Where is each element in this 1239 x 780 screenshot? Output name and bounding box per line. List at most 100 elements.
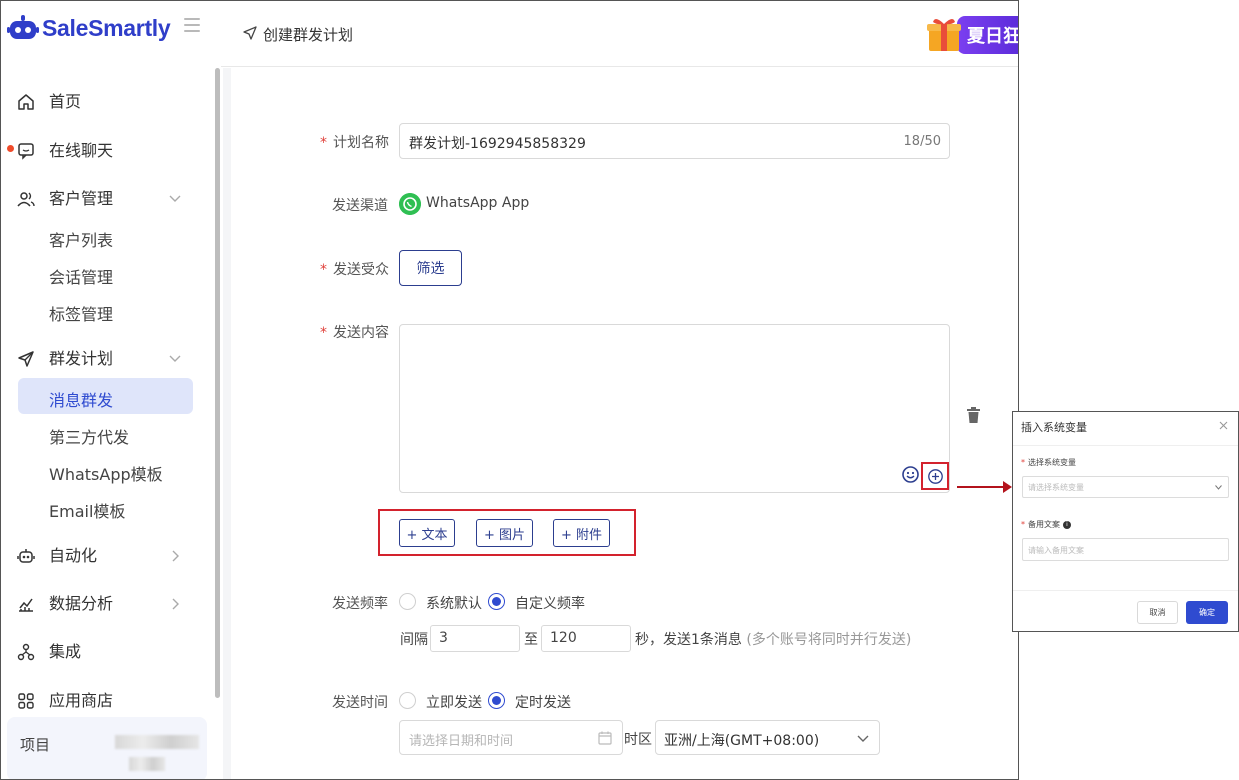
message-content-textarea[interactable] xyxy=(399,324,950,493)
sidebar-item-integrations[interactable]: 集成 xyxy=(1,632,213,672)
project-label: 项目 xyxy=(20,736,51,754)
fallback-label: * 备用文案 i xyxy=(1021,519,1071,530)
sidebar-item-automation[interactable]: 自动化 xyxy=(1,536,213,576)
sidebar-sub-third-party[interactable]: 第三方代发 xyxy=(18,415,193,451)
variable-select-label: * 选择系统变量 xyxy=(1021,458,1076,467)
menu-collapse-icon[interactable] xyxy=(184,18,200,32)
sidebar-sub-label: 会话管理 xyxy=(49,268,114,287)
sidebar-sub-label: 客户列表 xyxy=(49,231,114,250)
sidebar-item-label: 客户管理 xyxy=(49,189,114,208)
interval-to-label: 至 xyxy=(524,632,538,648)
send-now-label: 立即发送 xyxy=(426,695,482,711)
annotation-arrow-head xyxy=(1003,481,1012,493)
radio-custom-frequency[interactable] xyxy=(488,593,505,610)
chevron-right-icon xyxy=(172,598,179,610)
send-time-label: 发送时间 xyxy=(332,695,388,711)
redacted-project-id xyxy=(129,757,165,771)
chevron-down-icon xyxy=(1215,485,1222,490)
cancel-button[interactable]: 取消 xyxy=(1137,601,1178,624)
sidebar-sub-email-templates[interactable]: Email模板 xyxy=(18,489,193,525)
promo-text: 夏日狂 xyxy=(967,26,1019,47)
logo: SaleSmartly xyxy=(7,11,171,45)
datetime-placeholder: 请选择日期和时间 xyxy=(409,734,514,749)
radio-scheduled[interactable] xyxy=(488,692,505,709)
sidebar-item-label: 自动化 xyxy=(49,546,98,565)
channel-value: WhatsApp App xyxy=(426,195,530,211)
integration-icon xyxy=(17,643,35,661)
radio-send-now[interactable] xyxy=(399,692,416,709)
sidebar: SaleSmartly 首页 在线聊天 客户管理 客户列表 会话管理 标签管理 xyxy=(1,1,221,779)
confirm-button[interactable]: 确定 xyxy=(1186,601,1228,624)
sidebar-sub-message-broadcast[interactable]: 消息群发 xyxy=(18,378,193,414)
sidebar-sub-customer-list[interactable]: 客户列表 xyxy=(18,218,193,254)
sidebar-item-analytics[interactable]: 数据分析 xyxy=(1,584,213,624)
timezone-value: 亚洲/上海(GMT+08:00) xyxy=(664,733,820,749)
sidebar-item-home[interactable]: 首页 xyxy=(1,82,213,122)
insert-variable-button[interactable] xyxy=(921,462,949,490)
sidebar-sub-sessions[interactable]: 会话管理 xyxy=(18,255,193,291)
dialog-footer-divider xyxy=(1013,590,1238,591)
close-icon[interactable] xyxy=(1219,421,1228,430)
sidebar-item-customers[interactable]: 客户管理 xyxy=(1,179,213,219)
variable-select[interactable]: 请选择系统变量 xyxy=(1022,476,1229,498)
fallback-input[interactable]: 请输入备用文案 xyxy=(1022,538,1229,561)
sidebar-sub-label: WhatsApp模板 xyxy=(49,465,163,484)
sidebar-item-app-store[interactable]: 应用商店 xyxy=(1,681,213,721)
radio-default-frequency[interactable] xyxy=(399,593,416,610)
sidebar-item-chat[interactable]: 在线聊天 xyxy=(1,131,213,171)
send-icon xyxy=(18,351,34,367)
info-icon: i xyxy=(1063,520,1071,529)
sidebar-item-label: 集成 xyxy=(49,642,82,661)
filter-audience-button[interactable]: 筛选 xyxy=(399,250,462,286)
chevron-down-icon xyxy=(169,355,181,362)
interval-note: (多个账号将同时并行发送) xyxy=(746,632,912,648)
promo-banner[interactable]: 夏日狂 xyxy=(923,13,1019,55)
interval-min-input[interactable]: 3 xyxy=(430,625,520,652)
interval-label: 间隔 xyxy=(400,632,428,648)
default-frequency-label: 系统默认 xyxy=(426,596,482,612)
scheduled-label: 定时发送 xyxy=(515,695,571,711)
interval-max-value: 120 xyxy=(550,630,577,646)
frequency-label: 发送频率 xyxy=(332,596,388,612)
add-image-button[interactable]: + 图片 xyxy=(476,519,533,547)
timezone-select[interactable]: 亚洲/上海(GMT+08:00) xyxy=(655,720,880,755)
channel-label: 发送渠道 xyxy=(332,198,388,214)
project-switcher[interactable]: 项目 xyxy=(7,717,207,779)
plus-circle-icon xyxy=(928,469,943,484)
add-text-button[interactable]: + 文本 xyxy=(399,519,455,547)
audience-label: * 发送受众 xyxy=(320,262,389,278)
sidebar-sub-tags[interactable]: 标签管理 xyxy=(18,292,193,328)
chevron-down-icon xyxy=(857,735,869,742)
sidebar-sub-label: Email模板 xyxy=(49,502,126,521)
calendar-icon xyxy=(598,731,612,745)
sidebar-scrollbar[interactable] xyxy=(215,68,220,698)
sidebar-item-label: 应用商店 xyxy=(49,691,114,710)
home-icon xyxy=(18,94,34,110)
gift-icon xyxy=(927,18,961,51)
sidebar-item-broadcast[interactable]: 群发计划 xyxy=(1,339,213,379)
annotation-arrow-line xyxy=(957,486,1005,488)
interval-suffix: 秒，发送1条消息 (多个账号将同时并行发送) xyxy=(635,632,912,648)
sidebar-sub-whatsapp-templates[interactable]: WhatsApp模板 xyxy=(18,452,193,488)
sidebar-sub-label: 消息群发 xyxy=(49,391,114,410)
emoji-icon[interactable] xyxy=(902,466,919,483)
users-icon xyxy=(17,192,35,207)
sidebar-item-label: 群发计划 xyxy=(49,349,114,368)
trash-icon[interactable] xyxy=(966,407,981,423)
chart-icon xyxy=(19,598,33,612)
apps-icon xyxy=(18,693,34,709)
content-label: * 发送内容 xyxy=(320,325,389,341)
interval-max-input[interactable]: 120 xyxy=(541,625,631,652)
plan-name-value: 群发计划-1692945858329 xyxy=(409,136,586,152)
sidebar-sub-label: 标签管理 xyxy=(49,305,114,324)
dialog-divider xyxy=(1013,445,1238,446)
sidebar-sub-label: 第三方代发 xyxy=(49,428,130,447)
datetime-picker[interactable]: 请选择日期和时间 xyxy=(399,720,623,755)
add-attachment-button[interactable]: + 附件 xyxy=(553,519,610,547)
robot-icon xyxy=(17,549,35,563)
robot-logo-icon xyxy=(7,15,39,39)
brand-name: SaleSmartly xyxy=(42,14,171,41)
chat-icon xyxy=(18,143,34,160)
plan-name-input[interactable]: 群发计划-1692945858329 18/50 xyxy=(399,123,950,159)
variable-select-placeholder: 请选择系统变量 xyxy=(1028,483,1084,492)
